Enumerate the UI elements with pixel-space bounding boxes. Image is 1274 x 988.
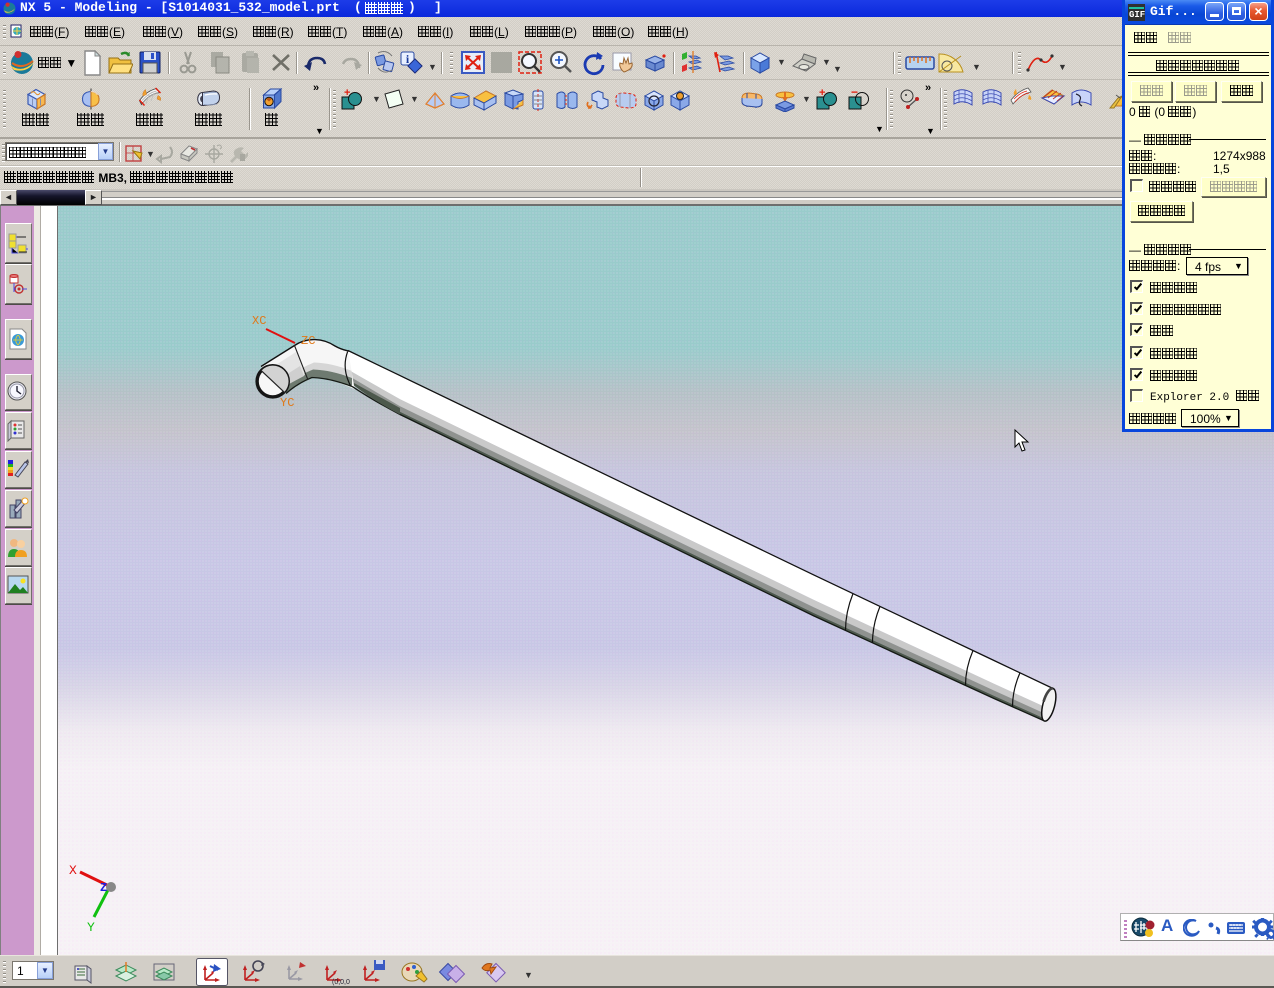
svg-text:+: + (819, 88, 825, 99)
svg-text:YC: YC (280, 396, 294, 410)
svg-text:Z: Z (100, 881, 107, 895)
svg-text:−: − (851, 88, 858, 99)
svg-text:Y: Y (87, 920, 95, 935)
svg-text:GIF: GIF (1129, 10, 1145, 20)
svg-text:ZC: ZC (301, 334, 315, 348)
svg-text:+: + (344, 88, 350, 99)
svg-text:X: X (69, 863, 77, 878)
svg-text:(0,0,0): (0,0,0) (332, 979, 350, 986)
svg-text:XC: XC (252, 314, 266, 328)
